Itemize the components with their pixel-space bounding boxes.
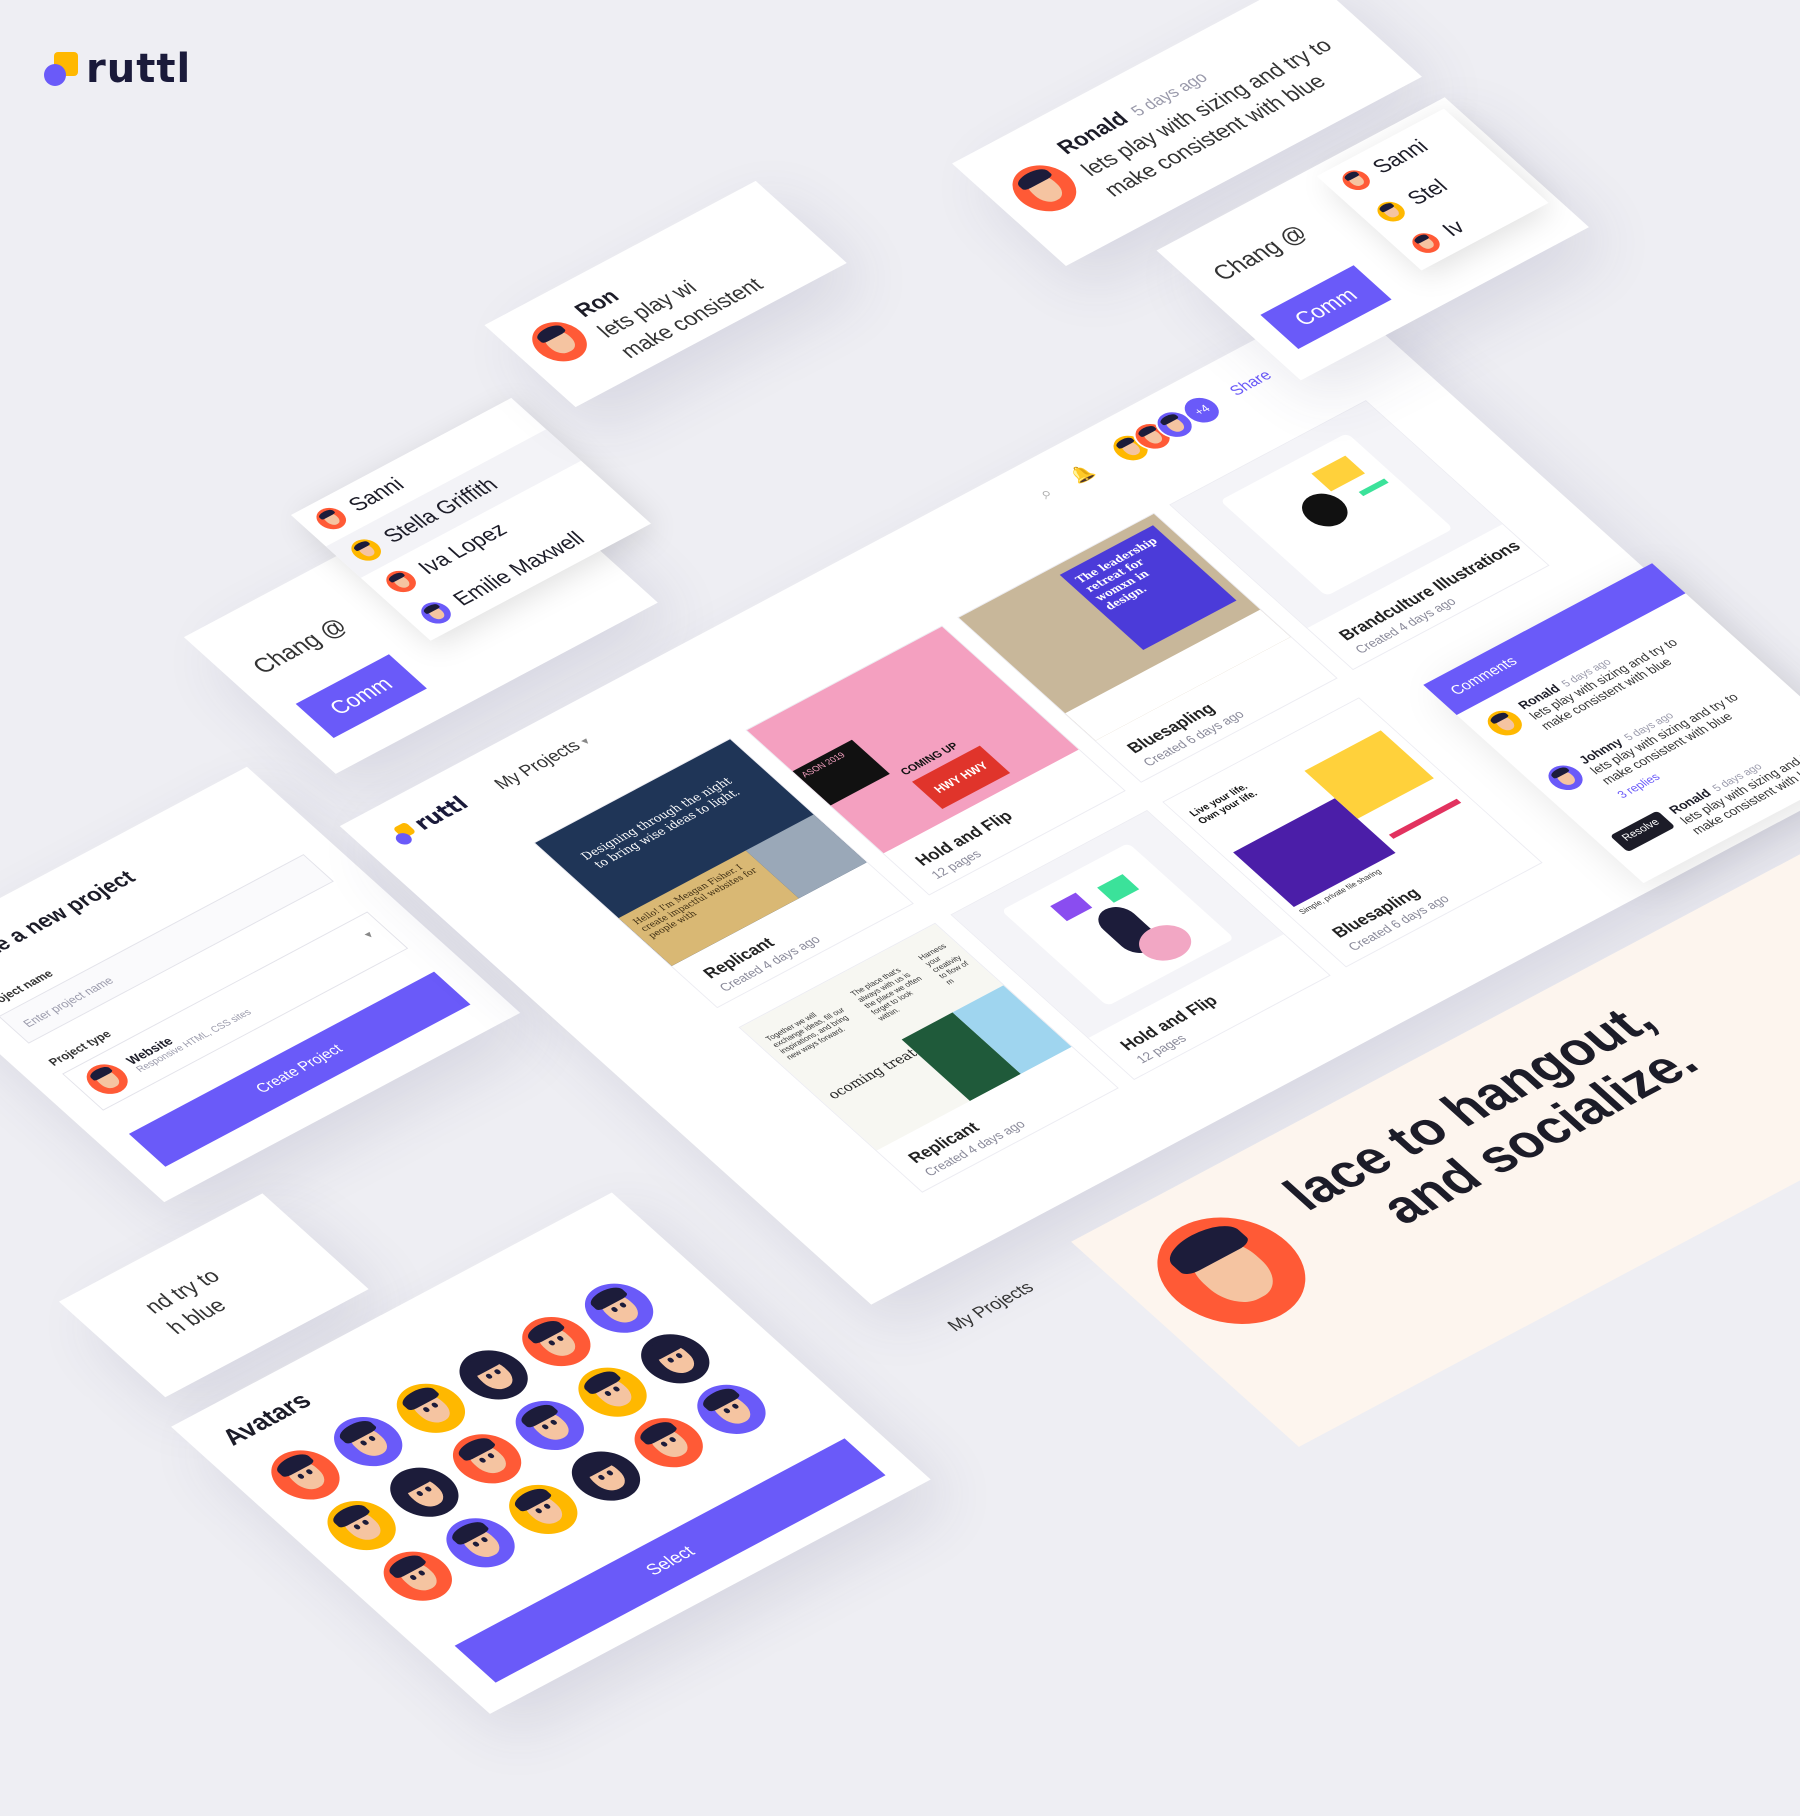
thumb-headline: The leadership retreat for womxn in desi… <box>1072 535 1161 613</box>
comment-text: Ron lets play wi make consistent <box>567 231 770 364</box>
thumb-headline: ocoming treats <box>824 1043 928 1103</box>
comment-text: nd try to h blue <box>137 1263 250 1340</box>
avatars-title: Avatars <box>214 1387 318 1451</box>
comment-card-top: Ron lets play wi make consistent <box>484 180 847 408</box>
avatar <box>415 598 457 628</box>
mention-name: Iv <box>1436 215 1471 241</box>
thumb-hero-block <box>1233 798 1396 908</box>
illustration-icon <box>1219 432 1454 597</box>
avatar <box>1480 706 1529 741</box>
project-type-name: Website <box>122 1034 177 1067</box>
avatar <box>1336 166 1376 194</box>
comment-button[interactable]: Comm <box>1260 265 1392 350</box>
mention-dropdown: Sanni Stel Iv <box>1316 108 1549 271</box>
bell-icon[interactable]: 🔔 <box>1064 462 1099 486</box>
thumb-headline-box: The leadership retreat for womxn in desi… <box>1059 525 1237 651</box>
my-projects-label: My Projects <box>489 736 585 793</box>
chevron-down-icon: ▾ <box>360 928 377 941</box>
avatar <box>345 535 388 565</box>
project-name-input[interactable]: Enter project name <box>0 854 334 1044</box>
mention-input[interactable]: Chang @ <box>247 614 355 679</box>
search-icon[interactable]: ⌕ <box>1033 484 1057 503</box>
ruttl-logo-icon <box>44 52 78 86</box>
brand-name: ruttl <box>86 46 192 92</box>
thumb-text: The place that's always with us is the p… <box>848 966 925 1023</box>
website-type-icon <box>78 1058 137 1100</box>
my-projects-dropdown[interactable]: My Projects ▾ <box>490 732 595 794</box>
brand-logo[interactable]: ruttl <box>44 46 191 92</box>
isometric-showcase: Create a new project Project name Enter … <box>0 0 1800 1735</box>
resolve-button[interactable]: Resolve <box>1609 810 1676 853</box>
avatar <box>999 156 1090 221</box>
avatar <box>310 503 353 534</box>
thumb-headline: Live your life. Own your life. <box>1187 782 1261 827</box>
illustration-icon <box>1001 842 1235 1007</box>
avatar <box>520 314 599 369</box>
avatar <box>1406 229 1446 257</box>
comment-button[interactable]: Comm <box>295 654 427 739</box>
mention-name: Stel <box>1401 174 1453 210</box>
avatar <box>1371 198 1411 226</box>
thumb-stripe <box>1388 798 1462 839</box>
thumb-text: Together we will exchange ideas, fill ou… <box>763 1005 851 1062</box>
dashboard-logo[interactable]: ruttl <box>385 793 474 848</box>
avatar <box>1541 760 1590 795</box>
thumb-black-block: ASON 2019 <box>792 739 890 806</box>
thumb-headline: Designing through the night to bring wis… <box>577 774 744 871</box>
hero-avatar <box>1126 1197 1336 1345</box>
avatar <box>380 566 422 597</box>
dashboard-brand: ruttl <box>408 792 475 835</box>
share-button[interactable]: Share <box>1227 368 1277 400</box>
thumb-subtext: Hello! I'm Meagan Fisher. I create impac… <box>631 863 760 941</box>
mention-input[interactable]: Chang @ <box>1207 221 1315 286</box>
bottom-my-projects[interactable]: My Projects <box>943 1278 1039 1335</box>
chevron-down-icon: ▾ <box>577 735 594 748</box>
